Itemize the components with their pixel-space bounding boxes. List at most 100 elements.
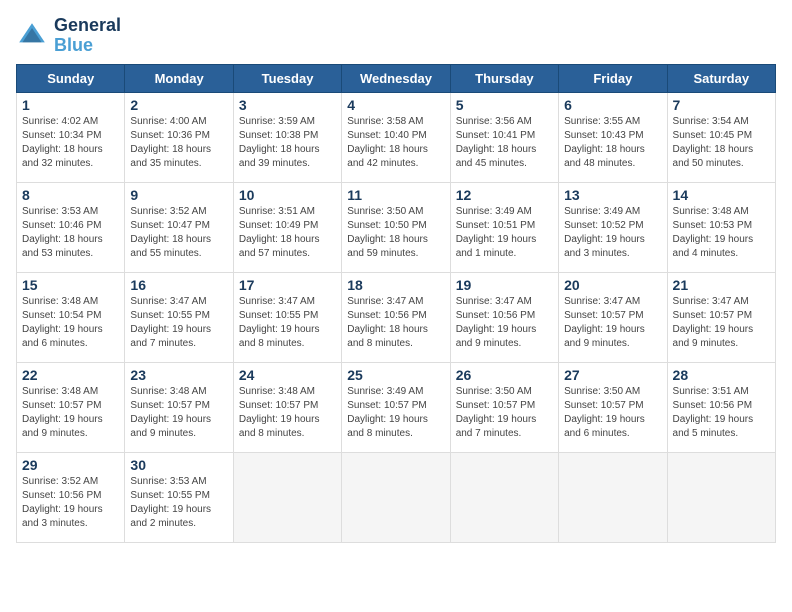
day-cell: 21Sunrise: 3:47 AM Sunset: 10:57 PM Dayl… [667, 272, 775, 362]
day-info: Sunrise: 3:56 AM Sunset: 10:41 PM Daylig… [456, 115, 553, 171]
day-cell: 6 Sunrise: 3:55 AM Sunset: 10:43 PM Dayli… [559, 92, 667, 182]
col-header-wednesday: Wednesday [342, 64, 450, 92]
day-number: 2 [130, 97, 227, 113]
day-cell: 5 Sunrise: 3:56 AM Sunset: 10:41 PM Dayli… [450, 92, 558, 182]
logo-icon [16, 20, 48, 52]
day-info: Sunrise: 3:47 AM Sunset: 10:55 PM Daylig… [130, 295, 227, 351]
day-info: Sunrise: 3:47 AM Sunset: 10:55 PM Daylig… [239, 295, 336, 351]
day-cell [559, 452, 667, 542]
day-info: Sunrise: 3:55 AM Sunset: 10:43 PM Daylig… [564, 115, 661, 171]
col-header-saturday: Saturday [667, 64, 775, 92]
day-info: Sunrise: 3:58 AM Sunset: 10:40 PM Daylig… [347, 115, 444, 171]
day-number: 12 [456, 187, 553, 203]
day-cell: 8 Sunrise: 3:53 AM Sunset: 10:46 PM Dayli… [17, 182, 125, 272]
day-number: 11 [347, 187, 444, 203]
day-info: Sunrise: 3:47 AM Sunset: 10:57 PM Daylig… [564, 295, 661, 351]
col-header-tuesday: Tuesday [233, 64, 341, 92]
day-number: 22 [22, 367, 119, 383]
day-number: 10 [239, 187, 336, 203]
day-info: Sunrise: 3:50 AM Sunset: 10:50 PM Daylig… [347, 205, 444, 261]
day-number: 13 [564, 187, 661, 203]
day-info: Sunrise: 3:47 AM Sunset: 10:57 PM Daylig… [673, 295, 770, 351]
week-row-4: 22 Sunrise: 3:48 AM Sunset: 10:57 PM Dayl… [17, 362, 776, 452]
day-number: 20 [564, 277, 661, 293]
day-number: 17 [239, 277, 336, 293]
day-cell: 26 Sunrise: 3:50 AM Sunset: 10:57 PM Dayl… [450, 362, 558, 452]
day-info: Sunrise: 3:49 AM Sunset: 10:57 PM Daylig… [347, 385, 444, 441]
day-info: Sunrise: 4:00 AM Sunset: 10:36 PM Daylig… [130, 115, 227, 171]
day-cell: 24 Sunrise: 3:48 AM Sunset: 10:57 PM Dayl… [233, 362, 341, 452]
day-cell: 10 Sunrise: 3:51 AM Sunset: 10:49 PM Dayl… [233, 182, 341, 272]
col-header-thursday: Thursday [450, 64, 558, 92]
day-cell: 18Sunrise: 3:47 AM Sunset: 10:56 PM Dayl… [342, 272, 450, 362]
week-row-3: 15Sunrise: 3:48 AM Sunset: 10:54 PM Dayl… [17, 272, 776, 362]
day-cell [233, 452, 341, 542]
day-cell: 1 Sunrise: 4:02 AM Sunset: 10:34 PM Dayli… [17, 92, 125, 182]
day-cell: 19Sunrise: 3:47 AM Sunset: 10:56 PM Dayl… [450, 272, 558, 362]
day-number: 28 [673, 367, 770, 383]
day-info: Sunrise: 3:52 AM Sunset: 10:56 PM Daylig… [22, 475, 119, 531]
day-cell: 9 Sunrise: 3:52 AM Sunset: 10:47 PM Dayli… [125, 182, 233, 272]
calendar: SundayMondayTuesdayWednesdayThursdayFrid… [16, 64, 776, 543]
day-number: 14 [673, 187, 770, 203]
header-row: SundayMondayTuesdayWednesdayThursdayFrid… [17, 64, 776, 92]
day-cell: 14Sunrise: 3:48 AM Sunset: 10:53 PM Dayl… [667, 182, 775, 272]
week-row-1: 1 Sunrise: 4:02 AM Sunset: 10:34 PM Dayli… [17, 92, 776, 182]
day-info: Sunrise: 3:52 AM Sunset: 10:47 PM Daylig… [130, 205, 227, 261]
day-cell: 27 Sunrise: 3:50 AM Sunset: 10:57 PM Dayl… [559, 362, 667, 452]
day-info: Sunrise: 3:50 AM Sunset: 10:57 PM Daylig… [456, 385, 553, 441]
day-cell: 16 Sunrise: 3:47 AM Sunset: 10:55 PM Dayl… [125, 272, 233, 362]
day-cell [342, 452, 450, 542]
day-cell: 7 Sunrise: 3:54 AM Sunset: 10:45 PM Dayli… [667, 92, 775, 182]
col-header-sunday: Sunday [17, 64, 125, 92]
day-number: 1 [22, 97, 119, 113]
day-number: 8 [22, 187, 119, 203]
day-number: 5 [456, 97, 553, 113]
day-cell: 4 Sunrise: 3:58 AM Sunset: 10:40 PM Dayli… [342, 92, 450, 182]
day-info: Sunrise: 3:51 AM Sunset: 10:56 PM Daylig… [673, 385, 770, 441]
day-number: 23 [130, 367, 227, 383]
day-cell: 17 Sunrise: 3:47 AM Sunset: 10:55 PM Dayl… [233, 272, 341, 362]
day-info: Sunrise: 3:48 AM Sunset: 10:54 PM Daylig… [22, 295, 119, 351]
day-info: Sunrise: 3:53 AM Sunset: 10:55 PM Daylig… [130, 475, 227, 531]
day-cell [667, 452, 775, 542]
day-cell: 23 Sunrise: 3:48 AM Sunset: 10:57 PM Dayl… [125, 362, 233, 452]
day-info: Sunrise: 3:47 AM Sunset: 10:56 PM Daylig… [347, 295, 444, 351]
day-number: 24 [239, 367, 336, 383]
day-cell: 13Sunrise: 3:49 AM Sunset: 10:52 PM Dayl… [559, 182, 667, 272]
day-info: Sunrise: 3:48 AM Sunset: 10:57 PM Daylig… [130, 385, 227, 441]
day-cell: 15Sunrise: 3:48 AM Sunset: 10:54 PM Dayl… [17, 272, 125, 362]
day-number: 19 [456, 277, 553, 293]
day-number: 29 [22, 457, 119, 473]
day-cell [450, 452, 558, 542]
day-info: Sunrise: 3:48 AM Sunset: 10:57 PM Daylig… [239, 385, 336, 441]
day-number: 30 [130, 457, 227, 473]
day-number: 6 [564, 97, 661, 113]
logo-text: General Blue [54, 16, 121, 56]
day-cell: 25 Sunrise: 3:49 AM Sunset: 10:57 PM Dayl… [342, 362, 450, 452]
day-cell: 22Sunrise: 3:48 AM Sunset: 10:57 PM Dayl… [17, 362, 125, 452]
week-row-5: 29 Sunrise: 3:52 AM Sunset: 10:56 PM Dayl… [17, 452, 776, 542]
day-number: 4 [347, 97, 444, 113]
day-info: Sunrise: 3:50 AM Sunset: 10:57 PM Daylig… [564, 385, 661, 441]
day-number: 25 [347, 367, 444, 383]
day-info: Sunrise: 4:02 AM Sunset: 10:34 PM Daylig… [22, 115, 119, 171]
day-number: 16 [130, 277, 227, 293]
day-cell: 28 Sunrise: 3:51 AM Sunset: 10:56 PM Dayl… [667, 362, 775, 452]
day-number: 26 [456, 367, 553, 383]
day-number: 7 [673, 97, 770, 113]
week-row-2: 8 Sunrise: 3:53 AM Sunset: 10:46 PM Dayli… [17, 182, 776, 272]
col-header-monday: Monday [125, 64, 233, 92]
day-cell: 2 Sunrise: 4:00 AM Sunset: 10:36 PM Dayli… [125, 92, 233, 182]
day-cell: 29 Sunrise: 3:52 AM Sunset: 10:56 PM Dayl… [17, 452, 125, 542]
day-number: 9 [130, 187, 227, 203]
day-info: Sunrise: 3:59 AM Sunset: 10:38 PM Daylig… [239, 115, 336, 171]
day-number: 3 [239, 97, 336, 113]
logo: General Blue [16, 16, 121, 56]
day-info: Sunrise: 3:51 AM Sunset: 10:49 PM Daylig… [239, 205, 336, 261]
day-cell: 20 Sunrise: 3:47 AM Sunset: 10:57 PM Dayl… [559, 272, 667, 362]
day-cell: 3 Sunrise: 3:59 AM Sunset: 10:38 PM Dayli… [233, 92, 341, 182]
day-info: Sunrise: 3:53 AM Sunset: 10:46 PM Daylig… [22, 205, 119, 261]
day-number: 27 [564, 367, 661, 383]
day-info: Sunrise: 3:54 AM Sunset: 10:45 PM Daylig… [673, 115, 770, 171]
